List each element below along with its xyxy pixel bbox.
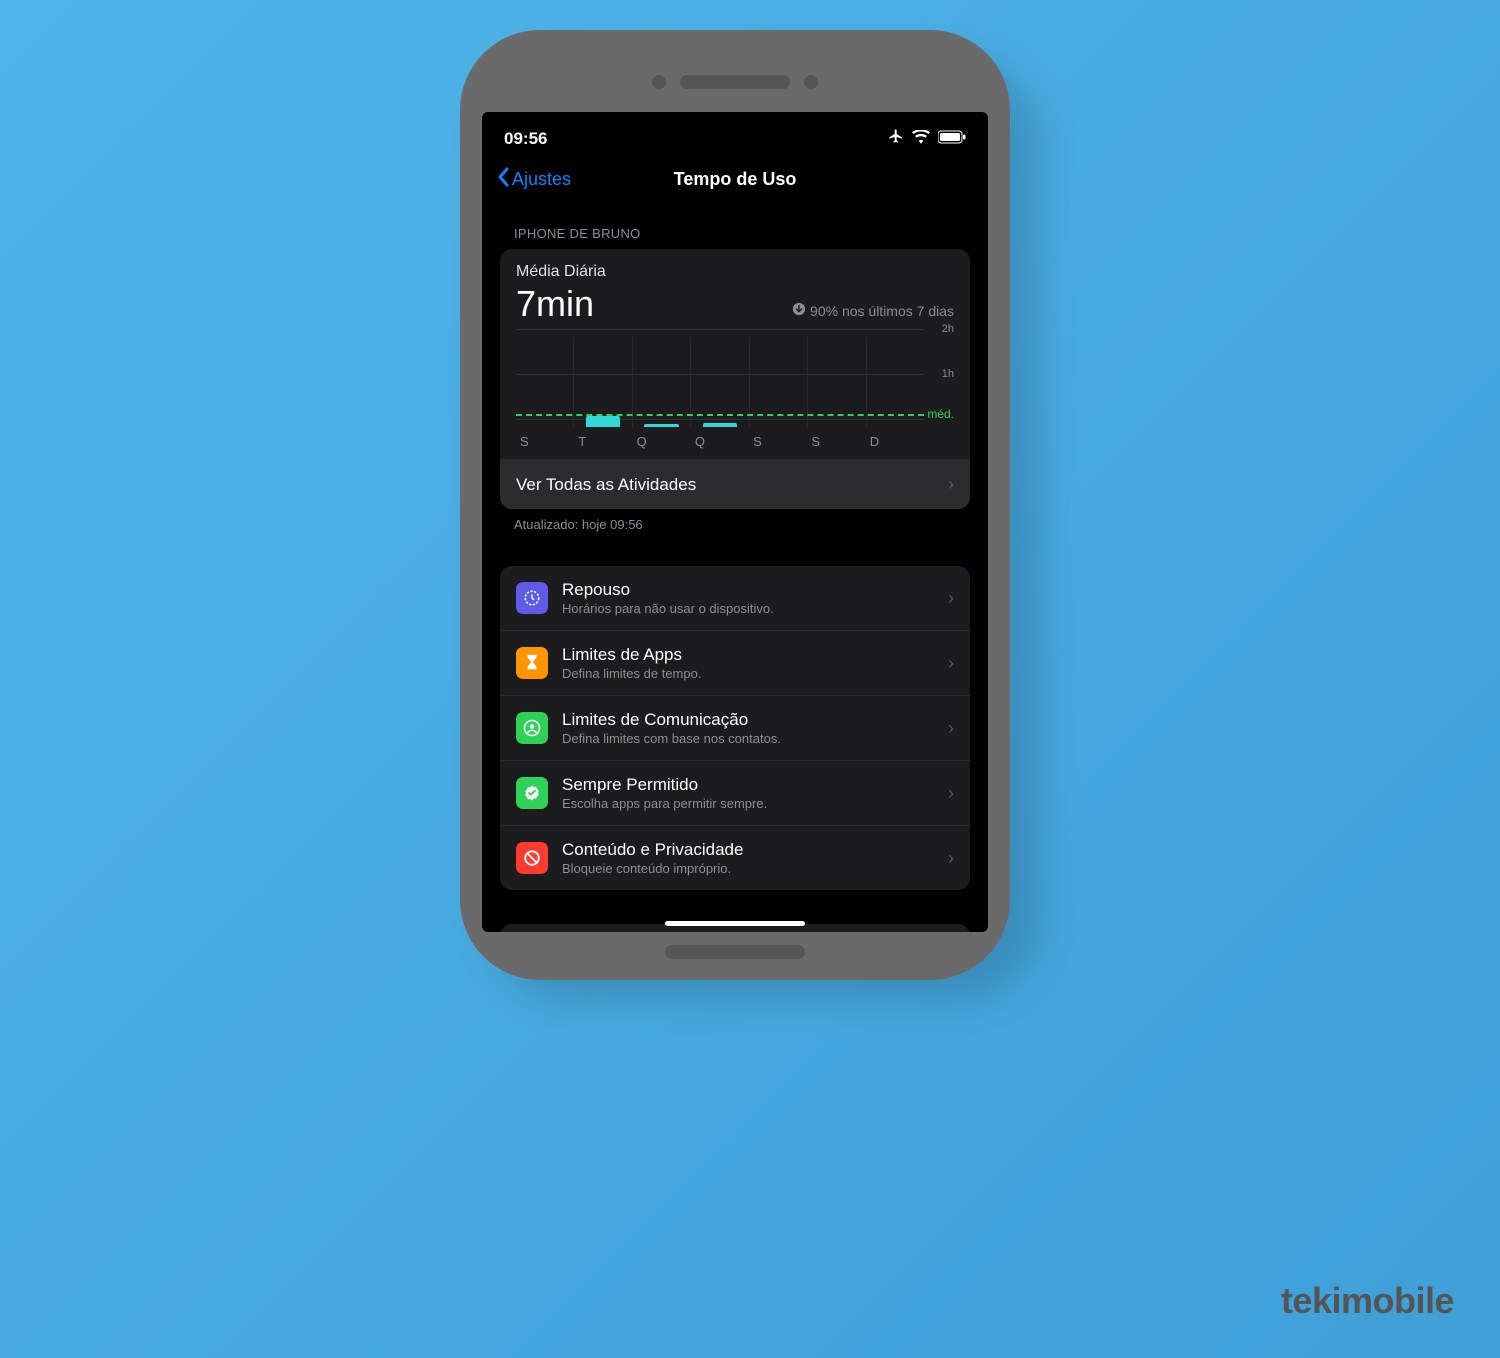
row-title: Limites de Comunicação xyxy=(562,710,934,730)
phone-chin xyxy=(482,932,988,972)
row-subtitle: Defina limites de tempo. xyxy=(562,666,934,681)
watermark: tekimobile xyxy=(1281,1280,1454,1322)
row-title: Sempre Permitido xyxy=(562,775,934,795)
settings-row-sempre-permitido[interactable]: Sempre PermitidoEscolha apps para permit… xyxy=(500,760,970,825)
person-circle-icon xyxy=(516,712,548,744)
settings-list: RepousoHorários para não usar o disposit… xyxy=(500,566,970,890)
phone-earpiece xyxy=(482,52,988,112)
day-label: D xyxy=(866,434,924,449)
battery-icon xyxy=(938,129,966,149)
updated-text: Atualizado: hoje 09:56 xyxy=(500,509,970,532)
arrow-down-circle-icon xyxy=(792,302,806,319)
row-title: Conteúdo e Privacidade xyxy=(562,840,934,860)
nosign-icon xyxy=(516,842,548,874)
settings-row-limites-de-comunicação[interactable]: Limites de ComunicaçãoDefina limites com… xyxy=(500,695,970,760)
row-subtitle: Escolha apps para permitir sempre. xyxy=(562,796,934,811)
grid-label: 1h xyxy=(942,368,954,380)
page-title: Tempo de Uso xyxy=(674,169,797,190)
trend-text: 90% nos últimos 7 dias xyxy=(792,302,954,319)
chevron-left-icon xyxy=(496,167,510,192)
chevron-right-icon: › xyxy=(948,848,954,869)
status-time: 09:56 xyxy=(504,129,547,149)
day-label: T xyxy=(574,434,632,449)
chevron-right-icon: › xyxy=(948,718,954,739)
airplane-icon xyxy=(888,128,904,149)
day-label: S xyxy=(516,434,574,449)
hourglass-icon xyxy=(516,647,548,679)
settings-row-repouso[interactable]: RepousoHorários para não usar o disposit… xyxy=(500,566,970,630)
avg-label: Média Diária xyxy=(516,263,954,281)
home-indicator[interactable] xyxy=(665,921,805,926)
row-title: Repouso xyxy=(562,580,934,600)
chevron-right-icon: › xyxy=(948,474,954,495)
chevron-right-icon: › xyxy=(948,653,954,674)
settings-row-limites-de-apps[interactable]: Limites de AppsDefina limites de tempo. › xyxy=(500,630,970,695)
view-all-activities[interactable]: Ver Todas as Atividades › xyxy=(500,459,970,509)
grid-label: 2h xyxy=(942,323,954,335)
wifi-icon xyxy=(912,129,930,149)
phone-frame: 09:56 Ajustes Tempo de Uso xyxy=(460,30,1010,980)
usage-summary-card: Média Diária 7min 90% nos últimos 7 dias xyxy=(500,249,970,509)
chart-bar xyxy=(644,424,678,427)
day-label: Q xyxy=(633,434,691,449)
chevron-right-icon: › xyxy=(948,588,954,609)
chart-bar xyxy=(703,423,737,428)
checkmark-seal-icon xyxy=(516,777,548,809)
row-subtitle: Horários para não usar o dispositivo. xyxy=(562,601,934,616)
device-header: IPHONE DE BRUNO xyxy=(500,210,970,249)
row-title: Limites de Apps xyxy=(562,645,934,665)
day-label: S xyxy=(749,434,807,449)
day-label: S xyxy=(807,434,865,449)
row-subtitle: Bloqueie conteúdo impróprio. xyxy=(562,861,934,876)
status-bar: 09:56 xyxy=(482,112,988,155)
avg-value: 7min xyxy=(516,283,594,325)
clock-bed-icon xyxy=(516,582,548,614)
screen: 09:56 Ajustes Tempo de Uso xyxy=(482,112,988,932)
row-subtitle: Defina limites com base nos contatos. xyxy=(562,731,934,746)
settings-row-conteúdo-e-privacidade[interactable]: Conteúdo e PrivacidadeBloqueie conteúdo … xyxy=(500,825,970,890)
chart-bar xyxy=(586,416,620,427)
back-button[interactable]: Ajustes xyxy=(496,167,571,192)
chevron-right-icon: › xyxy=(948,783,954,804)
day-label: Q xyxy=(691,434,749,449)
usage-chart: STQQSSD 1h2hméd. xyxy=(516,329,954,449)
back-label: Ajustes xyxy=(512,169,571,190)
nav-bar: Ajustes Tempo de Uso xyxy=(482,155,988,210)
avg-line-label: méd. xyxy=(927,407,954,421)
